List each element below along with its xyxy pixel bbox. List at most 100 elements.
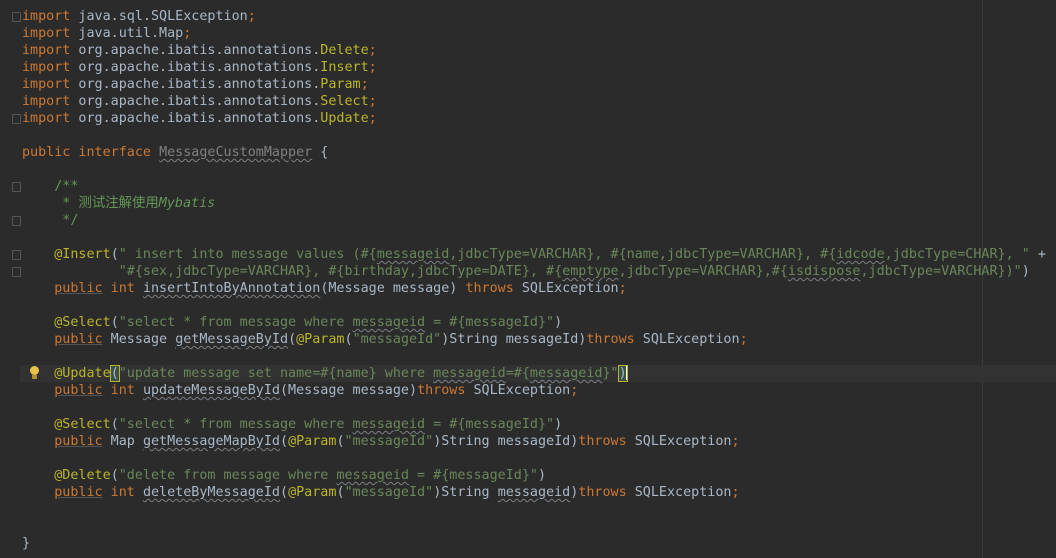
code-line[interactable]: } bbox=[22, 535, 30, 552]
code-line[interactable]: import org.apache.ibatis.annotations.Sel… bbox=[22, 93, 377, 110]
code-line[interactable]: */ bbox=[22, 212, 78, 229]
code-token: */ bbox=[22, 213, 79, 228]
code-line[interactable]: public int insertIntoByAnnotation(Messag… bbox=[22, 280, 626, 297]
code-line[interactable]: public Map getMessageMapById(@Param("mes… bbox=[22, 433, 740, 450]
code-token: ) bbox=[537, 468, 547, 483]
code-token: "delete from message where bbox=[118, 468, 337, 483]
code-token: @Select bbox=[22, 417, 111, 432]
code-token: ; bbox=[368, 111, 377, 126]
fold-marker-icon[interactable] bbox=[12, 12, 21, 22]
code-token: "select * from message where bbox=[118, 315, 353, 330]
code-token: import bbox=[22, 94, 71, 109]
code-line[interactable]: public int deleteByMessageId(@Param("mes… bbox=[22, 484, 739, 501]
code-line[interactable]: * 测试注解使用Mybatis bbox=[22, 195, 215, 212]
code-token: throws bbox=[578, 485, 627, 500]
code-line[interactable]: public interface MessageCustomMapper { bbox=[22, 144, 328, 161]
code-line[interactable]: import org.apache.ibatis.annotations.Par… bbox=[22, 76, 369, 93]
code-token: MessageCustomMapper bbox=[159, 145, 313, 160]
code-token: throws bbox=[578, 434, 627, 449]
code-token: SQLException bbox=[513, 281, 619, 296]
code-token: ; bbox=[183, 26, 192, 41]
code-token: @Delete bbox=[22, 468, 111, 483]
code-token: }" bbox=[602, 366, 619, 381]
code-token: ,jdbcType=VARCHAR})" bbox=[860, 264, 1022, 279]
code-line[interactable]: import java.util.Map; bbox=[22, 25, 191, 42]
code-token: "messageId" bbox=[344, 434, 434, 449]
code-token: "messageId" bbox=[344, 485, 434, 500]
code-token: ) bbox=[1021, 264, 1030, 279]
code-token: messageid bbox=[529, 366, 603, 381]
code-token: org.apache.ibatis.annotations. bbox=[70, 111, 321, 126]
code-token: emptype bbox=[562, 264, 619, 279]
code-token: ( bbox=[336, 434, 345, 449]
code-token: deleteByMessageId bbox=[142, 485, 280, 500]
fold-marker-icon[interactable] bbox=[12, 182, 21, 192]
code-line[interactable]: import org.apache.ibatis.annotations.Upd… bbox=[22, 110, 377, 127]
code-token: int bbox=[102, 281, 143, 296]
code-token: ; bbox=[360, 77, 369, 92]
code-token: import bbox=[22, 111, 71, 126]
code-line[interactable]: @Delete("delete from message where messa… bbox=[22, 467, 546, 484]
code-token: ; bbox=[368, 60, 377, 75]
code-editor[interactable]: import java.sql.SQLException; import java… bbox=[0, 0, 1056, 558]
code-token: getMessageMapById bbox=[142, 434, 280, 449]
code-token: ( bbox=[336, 485, 345, 500]
code-token: import bbox=[22, 77, 71, 92]
code-token: "#{sex,jdbcType=VARCHAR}, #{birthday,jdb… bbox=[22, 264, 563, 279]
code-token: java.util.Map bbox=[70, 26, 184, 41]
code-token: "messageId" bbox=[352, 332, 442, 347]
code-token: org.apache.ibatis.annotations. bbox=[70, 43, 321, 58]
code-token: import bbox=[22, 9, 71, 24]
code-line[interactable]: public int updateMessageById(Message mes… bbox=[22, 382, 578, 399]
code-token: Insert bbox=[320, 60, 369, 75]
code-line[interactable]: import java.sql.SQLException; bbox=[22, 8, 256, 25]
code-line[interactable]: /** bbox=[22, 178, 78, 195]
code-token: { bbox=[312, 145, 329, 160]
code-line[interactable]: @Select("select * from message where mes… bbox=[22, 314, 562, 331]
code-line[interactable]: @Select("select * from message where mes… bbox=[22, 416, 562, 433]
code-token: = #{messageId}" bbox=[408, 468, 538, 483]
code-token: * 测试注解使用 bbox=[22, 196, 159, 211]
code-token: org.apache.ibatis.annotations. bbox=[70, 94, 321, 109]
code-token: isdispose bbox=[787, 264, 861, 279]
code-token: )String messageId) bbox=[433, 434, 579, 449]
code-token: )String bbox=[433, 485, 498, 500]
code-line[interactable]: @Insert(" insert into message values (#{… bbox=[22, 246, 1046, 263]
code-token: import bbox=[22, 60, 71, 75]
code-token: ; bbox=[247, 9, 256, 24]
code-token: SQLException bbox=[626, 485, 732, 500]
code-token: public bbox=[54, 434, 103, 449]
code-token: ( bbox=[288, 332, 297, 347]
code-token: import bbox=[22, 26, 71, 41]
code-line[interactable]: import org.apache.ibatis.annotations.Ins… bbox=[22, 59, 377, 76]
code-token: Update bbox=[320, 111, 369, 126]
code-token: ( bbox=[344, 332, 353, 347]
code-token: @Param bbox=[288, 485, 337, 500]
fold-marker-icon[interactable] bbox=[12, 114, 21, 124]
code-token: Map bbox=[102, 434, 143, 449]
code-token: ) bbox=[554, 315, 563, 330]
code-token: ( bbox=[110, 417, 119, 432]
code-token: @Select bbox=[22, 315, 111, 330]
fold-marker-icon[interactable] bbox=[12, 216, 21, 226]
code-token: getMessageById bbox=[175, 332, 289, 347]
code-token: public bbox=[54, 383, 103, 398]
text-caret bbox=[625, 366, 627, 380]
code-token: = #{messageId}" bbox=[425, 315, 555, 330]
code-line[interactable]: public Message getMessageById(@Param("me… bbox=[22, 331, 747, 348]
code-token: )String messageId) bbox=[441, 332, 587, 347]
code-token: messageid bbox=[352, 315, 426, 330]
fold-marker-icon[interactable] bbox=[12, 267, 21, 277]
code-line[interactable]: "#{sex,jdbcType=VARCHAR}, #{birthday,jdb… bbox=[22, 263, 1030, 280]
fold-marker-icon[interactable] bbox=[12, 250, 21, 260]
code-token: updateMessageById bbox=[142, 383, 280, 398]
code-token: messageid bbox=[336, 468, 409, 483]
code-token: @Param bbox=[288, 434, 337, 449]
editor-gutter[interactable] bbox=[0, 0, 20, 558]
code-line[interactable]: @Update("update message set name=#{name}… bbox=[22, 365, 628, 382]
code-line[interactable]: import org.apache.ibatis.annotations.Del… bbox=[22, 42, 377, 59]
code-token: ; bbox=[731, 434, 740, 449]
